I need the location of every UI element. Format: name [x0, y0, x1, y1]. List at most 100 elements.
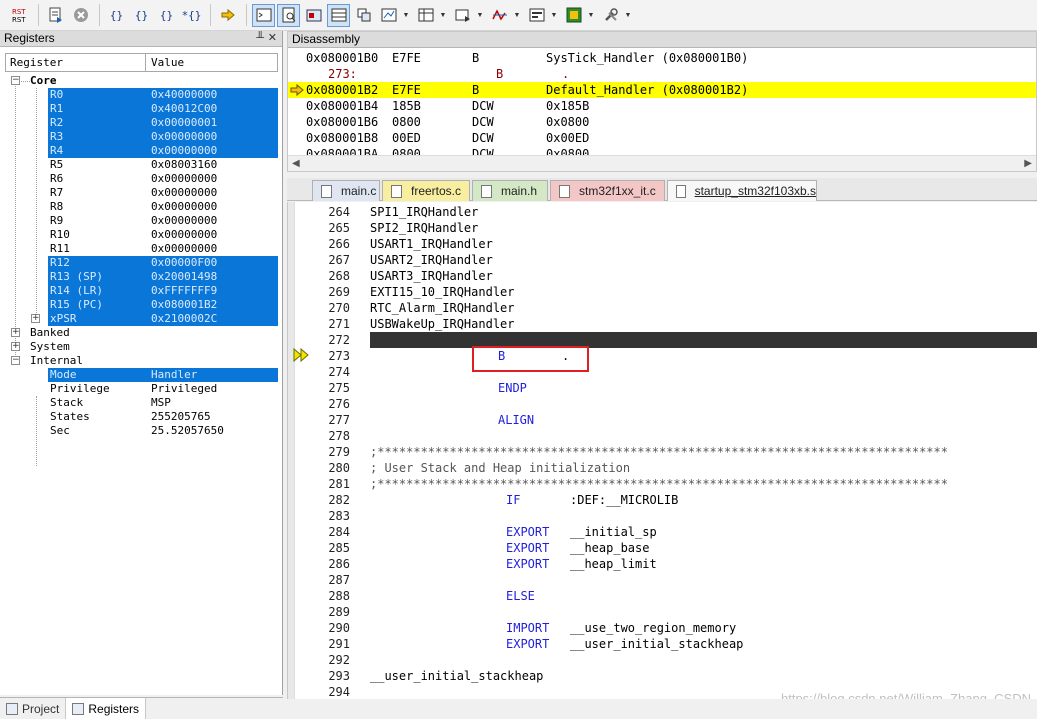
step-into-icon[interactable]: {} [105, 4, 128, 27]
source-line[interactable]: 264 SPI1_IRQHandler [288, 204, 1037, 220]
source-line[interactable]: 269 EXTI15_10_IRQHandler [288, 284, 1037, 300]
register-value[interactable]: 0x40012C00 [151, 102, 217, 116]
source-line[interactable]: 268 USART3_IRQHandler [288, 268, 1037, 284]
register-row[interactable]: R10 0x00000000 [0, 228, 283, 242]
source-line[interactable]: 290 IMPORT __use_two_region_memory [288, 620, 1037, 636]
source-editor[interactable]: 264 SPI1_IRQHandler 265 SPI2_IRQHandler 266 U… [287, 202, 1037, 699]
register-row[interactable]: R1 0x40012C00 [0, 102, 283, 116]
internal-row[interactable]: Privilege Privileged [0, 382, 283, 396]
editor-tab[interactable]: startup_stm32f103xb.s [667, 180, 817, 201]
expand-system-icon[interactable]: + [11, 342, 20, 351]
register-row[interactable]: R9 0x00000000 [0, 214, 283, 228]
register-value[interactable]: 0x40000000 [151, 88, 217, 102]
source-line[interactable]: 286 EXPORT __heap_limit [288, 556, 1037, 572]
source-line[interactable]: 274 [288, 364, 1037, 380]
collapse-core-icon[interactable]: − [11, 76, 20, 85]
source-line[interactable]: 288 ELSE [288, 588, 1037, 604]
chevron-down-icon[interactable]: ▼ [550, 4, 558, 27]
group-system[interactable]: System [30, 340, 70, 354]
column-register[interactable]: Register [6, 54, 146, 71]
register-row[interactable]: R8 0x00000000 [0, 200, 283, 214]
source-line[interactable]: 287 [288, 572, 1037, 588]
expand-banked-icon[interactable]: + [11, 328, 20, 337]
register-row[interactable]: R15 (PC) 0x080001B2 [0, 298, 283, 312]
source-line[interactable]: 289 [288, 604, 1037, 620]
system-viewer-icon[interactable] [562, 4, 585, 27]
register-row[interactable]: R6 0x00000000 [0, 172, 283, 186]
source-line[interactable]: 292 [288, 652, 1037, 668]
register-value[interactable]: 0x00000000 [151, 130, 217, 144]
source-line[interactable]: 291 EXPORT __user_initial_stackheap [288, 636, 1037, 652]
source-line[interactable]: 293 __user_initial_stackheap [288, 668, 1037, 684]
register-value[interactable]: 0x00000000 [151, 214, 217, 228]
registers-window-icon[interactable] [327, 3, 350, 27]
symbols-window-icon[interactable] [302, 4, 325, 27]
editor-tab[interactable]: stm32f1xx_it.c [550, 180, 665, 201]
chevron-down-icon[interactable]: ▼ [624, 4, 632, 27]
source-line[interactable]: 272 [288, 332, 1037, 348]
internal-row[interactable]: States 255205765 [0, 410, 283, 424]
chevron-down-icon[interactable]: ▼ [587, 4, 595, 27]
register-value[interactable]: 0x00000000 [151, 242, 217, 256]
column-value[interactable]: Value [147, 54, 184, 71]
source-line[interactable]: 284 EXPORT __initial_sp [288, 524, 1037, 540]
expand-xpsr-icon[interactable]: + [31, 314, 40, 323]
chevron-down-icon[interactable]: ▼ [402, 4, 410, 27]
register-row[interactable]: R11 0x00000000 [0, 242, 283, 256]
serial-window-icon[interactable] [451, 4, 474, 27]
register-value[interactable]: 0x00000001 [151, 116, 217, 130]
register-value[interactable]: 0x00000000 [151, 200, 217, 214]
register-value[interactable]: 0x2100002C [151, 312, 217, 326]
chevron-down-icon[interactable]: ▼ [513, 4, 521, 27]
internal-row[interactable]: Stack MSP [0, 396, 283, 410]
internal-row[interactable]: Mode Handler [0, 368, 283, 382]
register-value[interactable]: 0x00000000 [151, 228, 217, 242]
source-line[interactable]: 280 ; User Stack and Heap initialization [288, 460, 1037, 476]
run-icon[interactable] [44, 4, 67, 27]
register-row[interactable]: R5 0x08003160 [0, 158, 283, 172]
group-banked[interactable]: Banked [30, 326, 70, 340]
scroll-left-icon[interactable]: ◀ [292, 158, 300, 169]
source-line[interactable]: 283 [288, 508, 1037, 524]
register-value[interactable]: 0x00000F00 [151, 256, 217, 270]
source-line[interactable]: 275 ENDP [288, 380, 1037, 396]
register-row[interactable]: R0 0x40000000 [0, 88, 283, 102]
register-value[interactable]: 0xFFFFFFF9 [151, 284, 217, 298]
register-value[interactable]: 0x080001B2 [151, 298, 217, 312]
step-out-icon[interactable]: {} [155, 4, 178, 27]
step-over-icon[interactable]: {} [130, 4, 153, 27]
register-value[interactable]: 0x00000000 [151, 144, 217, 158]
source-line[interactable]: 281 ;************************************… [288, 476, 1037, 492]
disassembly-row[interactable]: 0x080001B8 00ED DCW 0x00ED [288, 130, 1036, 146]
editor-tab[interactable]: main.c [312, 180, 380, 201]
register-row[interactable]: R3 0x00000000 [0, 130, 283, 144]
source-line[interactable]: 265 SPI2_IRQHandler [288, 220, 1037, 236]
show-next-statement-icon[interactable] [216, 4, 239, 27]
run-to-cursor-icon[interactable]: *{} [180, 4, 203, 27]
register-row[interactable]: R13 (SP) 0x20001498 [0, 270, 283, 284]
disassembly-window-icon[interactable] [277, 3, 300, 27]
disassembly-row[interactable]: 273: B. [288, 66, 1036, 82]
disassembly-horizontal-scrollbar[interactable]: ◀ ▶ [288, 155, 1036, 171]
chevron-down-icon[interactable]: ▼ [439, 4, 447, 27]
register-row[interactable]: R12 0x00000F00 [0, 256, 283, 270]
register-row[interactable]: R4 0x00000000 [0, 144, 283, 158]
group-core[interactable]: Core [30, 74, 57, 88]
register-value[interactable]: 0x00000000 [151, 186, 217, 200]
source-line[interactable]: 271 USBWakeUp_IRQHandler [288, 316, 1037, 332]
disassembly-row[interactable]: 0x080001B0 E7FE B SysTick_Handler (0x080001… [288, 50, 1036, 66]
scroll-right-icon[interactable]: ▶ [1024, 158, 1032, 169]
register-value[interactable]: 0x08003160 [151, 158, 217, 172]
watch-window-icon[interactable] [377, 4, 400, 27]
editor-tab[interactable]: freertos.c [382, 180, 470, 201]
source-line[interactable]: 277 ALIGN [288, 412, 1037, 428]
register-row[interactable]: R2 0x00000001 [0, 116, 283, 130]
source-line[interactable]: 276 [288, 396, 1037, 412]
source-line[interactable]: 273 B. [288, 348, 1037, 364]
pin-icon[interactable]: ╨ [256, 31, 264, 46]
internal-row[interactable]: Sec 25.52057650 [0, 424, 283, 438]
close-icon[interactable]: ✕ [268, 31, 277, 46]
source-line[interactable]: 278 [288, 428, 1037, 444]
chevron-down-icon[interactable]: ▼ [476, 4, 484, 27]
analysis-window-icon[interactable] [488, 4, 511, 27]
